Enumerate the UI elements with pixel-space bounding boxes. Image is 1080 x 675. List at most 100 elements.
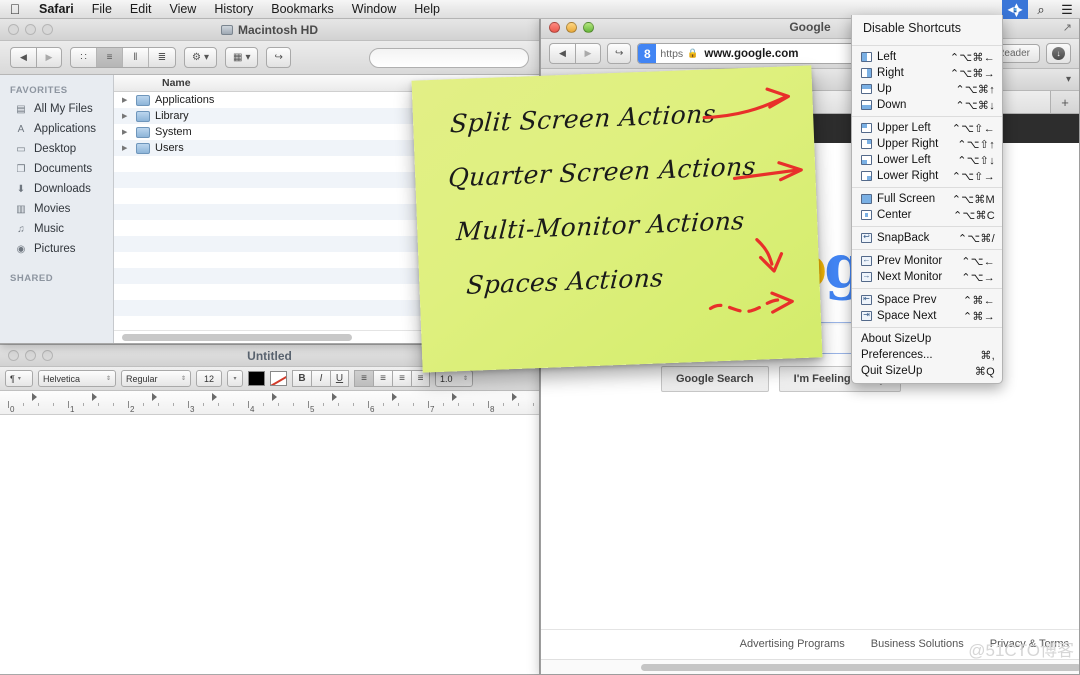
footer-link-business[interactable]: Business Solutions	[871, 638, 964, 650]
menu-view[interactable]: View	[160, 0, 205, 18]
menu-bar-extras[interactable]: ▲ ▼ ◀ ▶ ⌕ ☰	[1002, 0, 1080, 19]
menu-item-upper-left[interactable]: Upper Left⌃⌥⇧←	[852, 120, 1002, 136]
sizeup-dropdown-menu[interactable]: Disable Shortcuts Left⌃⌥⌘←Right⌃⌥⌘→Up⌃⌥⌘…	[851, 15, 1003, 384]
scrollbar-thumb[interactable]	[122, 334, 352, 341]
menu-item-about-sizeup[interactable]: About SizeUp	[852, 331, 1002, 347]
apple-menu-icon[interactable]: 	[0, 2, 30, 16]
align-left-button[interactable]: ≡	[354, 370, 373, 387]
coverflow-view-button[interactable]: ≣	[149, 48, 175, 67]
menu-item-prev-monitor[interactable]: ←Prev Monitor⌃⌥←	[852, 253, 1002, 269]
finder-toolbar[interactable]: ◀ ▶ ∷ ≡ ‖ ≣ ⚙ ▾ ▦ ▾ ↪	[0, 41, 539, 75]
spotlight-search-icon[interactable]: ⌕	[1028, 0, 1054, 19]
menu-item-preferences[interactable]: Preferences...⌘,	[852, 347, 1002, 363]
menu-item-center[interactable]: Center⌃⌥⌘C	[852, 207, 1002, 223]
menu-safari[interactable]: Safari	[30, 0, 83, 18]
icon-view-button[interactable]: ∷	[71, 48, 97, 67]
menu-item-quit-sizeup[interactable]: Quit SizeUp⌘Q	[852, 363, 1002, 379]
menu-file[interactable]: File	[83, 0, 121, 18]
menu-item-left[interactable]: Left⌃⌥⌘←	[852, 49, 1002, 65]
share-button[interactable]: ↪	[266, 47, 290, 68]
finder-nav-buttons[interactable]: ◀ ▶	[10, 47, 62, 68]
italic-button[interactable]: I	[311, 370, 330, 387]
url-text[interactable]: www.google.com	[698, 48, 798, 60]
background-color-swatch[interactable]	[270, 371, 287, 386]
column-view-button[interactable]: ‖	[123, 48, 149, 67]
textedit-window[interactable]: Untitled ¶ ▾ Helvetica ⇕ Regular ⇕ 12 ▾	[0, 344, 540, 675]
sidebar-item-desktop[interactable]: ▭ Desktop	[0, 139, 113, 159]
text-align-buttons[interactable]: ≡ ≡ ≡ ≡	[354, 370, 430, 387]
menu-item-space-next[interactable]: ⇥Space Next⌃⌘→	[852, 308, 1002, 324]
notification-center-icon[interactable]: ☰	[1054, 0, 1080, 19]
sidebar-item-music[interactable]: ♫ Music	[0, 219, 113, 239]
menu-item-space-prev[interactable]: ⇤Space Prev⌃⌘←	[852, 292, 1002, 308]
sidebar-item-pictures[interactable]: ◉ Pictures	[0, 239, 113, 259]
disclosure-triangle-icon[interactable]: ▶	[122, 112, 131, 120]
ruler-tab-marker[interactable]	[512, 393, 517, 401]
menu-item-next-monitor[interactable]: →Next Monitor⌃⌥→	[852, 269, 1002, 285]
font-family-select[interactable]: Helvetica ⇕	[38, 370, 116, 387]
ruler-tab-marker[interactable]	[332, 393, 337, 401]
sidebar-item-all-my-files[interactable]: ▤ All My Files	[0, 99, 113, 119]
menu-window[interactable]: Window	[343, 0, 405, 18]
menu-item-upper-right[interactable]: Upper Right⌃⌥⇧↑	[852, 136, 1002, 152]
footer-link-advertising[interactable]: Advertising Programs	[740, 638, 845, 650]
menu-item-full-screen[interactable]: Full Screen⌃⌥⌘M	[852, 191, 1002, 207]
menu-bookmarks[interactable]: Bookmarks	[262, 0, 343, 18]
menu-item-snapback[interactable]: ↩SnapBack⌃⌥⌘/	[852, 230, 1002, 246]
menu-item-lower-right[interactable]: Lower Right⌃⌥⇧→	[852, 168, 1002, 184]
menu-edit[interactable]: Edit	[121, 0, 161, 18]
sidebar-item-movies[interactable]: ▥ Movies	[0, 199, 113, 219]
list-view-button[interactable]: ≡	[97, 48, 123, 67]
ruler-tab-marker[interactable]	[212, 393, 217, 401]
menu-title-disable-shortcuts[interactable]: Disable Shortcuts	[852, 15, 1002, 42]
chevron-down-icon[interactable]: ▾	[1066, 74, 1071, 85]
menu-item-down[interactable]: Down⌃⌥⌘↓	[852, 97, 1002, 113]
font-style-select[interactable]: Regular ⇕	[121, 370, 191, 387]
arrange-button[interactable]: ▦ ▾	[225, 47, 258, 68]
new-tab-button[interactable]: +	[1051, 91, 1079, 113]
forward-button[interactable]: ▶	[36, 47, 62, 68]
google-search-button[interactable]: Google Search	[661, 366, 769, 392]
disclosure-triangle-icon[interactable]: ▶	[122, 96, 131, 104]
menu-help[interactable]: Help	[405, 0, 449, 18]
line-spacing-select[interactable]: 1.0 ⇕	[435, 370, 473, 387]
menu-item-lower-left[interactable]: Lower Left⌃⌥⇧↓	[852, 152, 1002, 168]
ruler-tab-marker[interactable]	[92, 393, 97, 401]
disclosure-triangle-icon[interactable]: ▶	[122, 144, 131, 152]
menu-history[interactable]: History	[205, 0, 262, 18]
textedit-document-canvas[interactable]	[0, 415, 539, 674]
finder-titlebar[interactable]: Macintosh HD	[0, 19, 539, 41]
fullscreen-icon[interactable]: ↗	[1063, 21, 1072, 34]
ruler-tab-marker[interactable]	[32, 393, 37, 401]
paragraph-style-button[interactable]: ¶ ▾	[5, 370, 33, 387]
ruler-tab-marker[interactable]	[152, 393, 157, 401]
bold-button[interactable]: B	[292, 370, 311, 387]
downloads-button[interactable]: ↓	[1046, 43, 1071, 64]
finder-sidebar[interactable]: FAVORITES ▤ All My Files A Applications …	[0, 75, 114, 343]
textedit-ruler[interactable]: 012345678	[0, 391, 539, 415]
sidebar-item-downloads[interactable]: ⬇ Downloads	[0, 179, 113, 199]
text-style-buttons[interactable]: B I U	[292, 370, 349, 387]
back-button[interactable]: ◀	[549, 43, 575, 64]
share-button[interactable]: ↪	[607, 43, 631, 64]
view-mode-segmented-control[interactable]: ∷ ≡ ‖ ≣	[70, 47, 176, 68]
align-justify-button[interactable]: ≡	[411, 370, 430, 387]
sidebar-item-documents[interactable]: ❐ Documents	[0, 159, 113, 179]
menu-item-right[interactable]: Right⌃⌥⌘→	[852, 65, 1002, 81]
back-button[interactable]: ◀	[10, 47, 36, 68]
finder-search-field[interactable]	[369, 48, 529, 68]
action-gear-button[interactable]: ⚙ ▾	[184, 47, 217, 68]
ruler-tab-marker[interactable]	[452, 393, 457, 401]
sizeup-menu-icon[interactable]: ▲ ▼ ◀ ▶	[1002, 0, 1028, 19]
align-center-button[interactable]: ≡	[373, 370, 392, 387]
align-right-button[interactable]: ≡	[392, 370, 411, 387]
underline-button[interactable]: U	[330, 370, 349, 387]
ruler-tab-marker[interactable]	[392, 393, 397, 401]
sidebar-item-applications[interactable]: A Applications	[0, 119, 113, 139]
scrollbar-thumb[interactable]	[641, 664, 1079, 671]
ruler-tab-marker[interactable]	[272, 393, 277, 401]
safari-horizontal-scrollbar[interactable]	[541, 659, 1079, 674]
forward-button[interactable]: ▶	[575, 43, 601, 64]
font-size-dropdown[interactable]: ▾	[227, 370, 243, 387]
font-size-input[interactable]: 12	[196, 370, 222, 387]
